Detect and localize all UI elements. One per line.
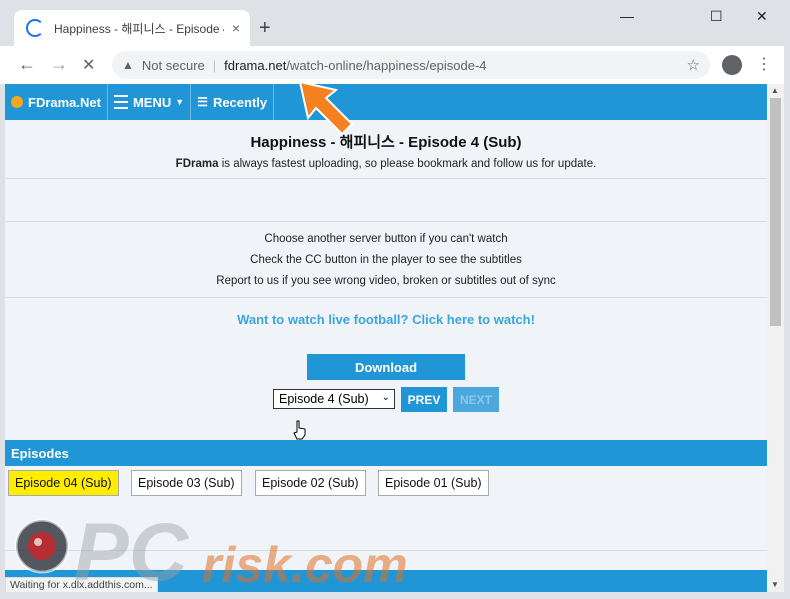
- episode-01-button[interactable]: Episode 01 (Sub): [378, 470, 489, 496]
- football-link[interactable]: Want to watch live football? Click here …: [237, 312, 535, 327]
- scrollbar-thumb[interactable]: [770, 98, 781, 326]
- url-host: fdrama.net: [224, 57, 287, 73]
- back-button[interactable]: ←: [18, 54, 36, 75]
- loading-spinner-icon: [26, 19, 44, 37]
- maximize-button[interactable]: ☐: [710, 8, 723, 25]
- recently-label: Recently: [212, 94, 268, 110]
- close-window-button[interactable]: ✕: [756, 8, 768, 25]
- svg-text:risk.com: risk.com: [202, 537, 408, 593]
- episode-04-button[interactable]: Episode 04 (Sub): [8, 470, 119, 496]
- next-button[interactable]: NEXT: [453, 387, 499, 412]
- warning-icon[interactable]: ▲: [122, 58, 134, 72]
- header-subtitle: FDrama is always fastest uploading, so p…: [5, 158, 767, 170]
- brand-name: FDrama: [175, 158, 219, 170]
- tab-close-icon[interactable]: ×: [232, 20, 240, 36]
- browser-tab[interactable]: Happiness - 해피니스 - Episode 4 ×: [14, 10, 250, 46]
- window-frame-right: [784, 46, 790, 599]
- football-banner: Want to watch live football? Click here …: [5, 311, 767, 329]
- recently-button[interactable]: ☰ Recently: [191, 84, 275, 120]
- subtitle-text: is always fastest uploading, so please b…: [218, 158, 597, 170]
- chevron-down-icon: ⌄: [381, 392, 390, 403]
- caret-down-icon: ▼: [175, 97, 185, 107]
- new-tab-button[interactable]: +: [259, 17, 271, 40]
- bookmark-star-icon[interactable]: ☆: [687, 56, 700, 74]
- forward-button[interactable]: →: [50, 54, 68, 75]
- menu-label: MENU: [132, 94, 172, 110]
- notes-box: Choose another server button if you can'…: [5, 222, 767, 298]
- prev-button[interactable]: PREV: [401, 387, 447, 412]
- note-line: Choose another server button if you can'…: [264, 233, 508, 245]
- hamburger-icon: [113, 95, 128, 109]
- url-path: /watch-online/happiness/episode-4: [286, 57, 487, 73]
- menu-button[interactable]: MENU ▼: [108, 84, 192, 120]
- episode-header: Happiness - 해피니스 - Episode 4 (Sub) FDram…: [5, 120, 767, 179]
- note-line: Report to us if you see wrong video, bro…: [216, 275, 556, 287]
- scroll-down-icon[interactable]: ▼: [771, 580, 779, 589]
- episodes-heading: Episodes: [5, 440, 767, 466]
- scroll-up-icon[interactable]: ▲: [771, 86, 779, 95]
- pcrisk-watermark: PC risk.com: [14, 507, 408, 596]
- episode-02-button[interactable]: Episode 02 (Sub): [255, 470, 366, 496]
- episode-select-value: Episode 4 (Sub): [279, 392, 369, 406]
- logo-icon: [11, 96, 23, 108]
- note-line: Check the CC button in the player to see…: [250, 254, 522, 266]
- svg-text:PC: PC: [74, 507, 190, 596]
- site-logo[interactable]: FDrama.Net: [5, 84, 108, 120]
- not-secure-label[interactable]: Not secure: [142, 58, 205, 73]
- site-logo-text: FDrama.Net: [28, 94, 101, 110]
- episode-03-button[interactable]: Episode 03 (Sub): [131, 470, 242, 496]
- tab-strip: Happiness - 해피니스 - Episode 4 × + — ☐ ✕: [0, 0, 790, 46]
- page-title: Happiness - 해피니스 - Episode 4 (Sub): [250, 134, 522, 151]
- minimize-button[interactable]: —: [620, 8, 634, 24]
- site-navbar: FDrama.Net MENU ▼ ☰ Recently: [5, 84, 767, 120]
- download-button[interactable]: Download: [307, 354, 465, 380]
- video-player-area[interactable]: [5, 179, 767, 222]
- tab-title: Happiness - 해피니스 - Episode 4: [54, 21, 224, 36]
- stop-button[interactable]: ✕: [82, 55, 95, 75]
- episode-select[interactable]: Episode 4 (Sub) ⌄: [273, 389, 395, 409]
- browser-menu-icon[interactable]: ⋮: [756, 54, 772, 74]
- hand-cursor-icon: [293, 420, 306, 440]
- orange-arrow-icon: [298, 80, 354, 136]
- profile-avatar-icon[interactable]: [722, 55, 742, 75]
- address-bar[interactable]: ▲ Not secure | fdrama.net/watch-online/h…: [112, 51, 710, 79]
- page-scrollbar[interactable]: ▲ ▼: [767, 84, 784, 592]
- checklist-icon: ☰: [197, 95, 208, 109]
- browser-toolbar: ← → ✕ ▲ Not secure | fdrama.net/watch-on…: [0, 46, 790, 85]
- omnibox-separator: |: [212, 57, 217, 73]
